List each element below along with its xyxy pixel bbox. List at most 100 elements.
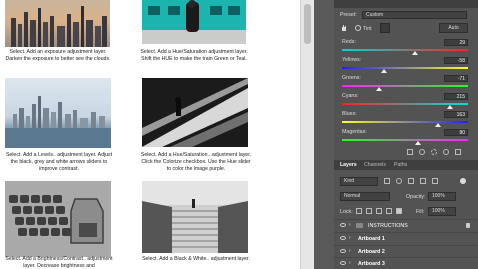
lock-position-icon[interactable]: [376, 208, 382, 214]
preset-value: Custom: [366, 12, 384, 18]
tint-label: Tint: [363, 26, 372, 32]
layer-artboard-1[interactable]: › Artboard 1: [334, 232, 478, 244]
slider-row-magentas: Magentas: 80: [334, 129, 478, 147]
thumb-train[interactable]: [142, 0, 246, 44]
auto-label: Auto: [448, 25, 459, 31]
cyans-label: Cyans:: [342, 93, 359, 99]
properties-footer: [334, 146, 478, 158]
reset-icon[interactable]: [431, 149, 437, 155]
layer-artboard-2[interactable]: › Artboard 2: [334, 245, 478, 257]
reds-slider-track[interactable]: [342, 49, 468, 51]
keyboard-image: [5, 181, 111, 257]
blues-slider-handle[interactable]: [434, 123, 441, 127]
tab-layers[interactable]: Layers: [340, 162, 357, 168]
greens-slider-handle[interactable]: [375, 87, 382, 91]
thumb-city-harbor[interactable]: [5, 78, 111, 148]
filter-shape-icon[interactable]: [420, 178, 426, 184]
eye-icon[interactable]: [340, 223, 346, 227]
delete-icon[interactable]: [455, 149, 461, 155]
stairs-image: [142, 181, 248, 253]
chevron-right-icon[interactable]: ›: [349, 235, 351, 241]
blend-mode-dropdown[interactable]: Normal: [340, 192, 390, 201]
filter-smart-object-icon[interactable]: [432, 178, 438, 184]
fill-value: 100%: [432, 208, 445, 214]
yellows-slider-handle[interactable]: [380, 69, 387, 73]
filter-adjustment-icon[interactable]: [396, 178, 402, 184]
escalator-image: [142, 78, 248, 147]
caption-colorize: Select. Add a Hue/Saturation.. adjustmen…: [140, 152, 252, 172]
right-panels: Preset: Custom Tint Auto Reds: 29 Yellows:…: [334, 0, 478, 269]
filter-type-icon[interactable]: [408, 178, 414, 184]
opacity-field[interactable]: 100%: [428, 192, 456, 201]
reds-slider-handle[interactable]: [412, 51, 419, 55]
lock-pixels-icon[interactable]: [366, 208, 372, 214]
tab-paths[interactable]: Paths: [394, 162, 407, 168]
layers-tab-bar: Layers Channels Paths: [334, 160, 478, 170]
opacity-label: Opacity:: [406, 194, 426, 200]
cyans-value-field[interactable]: 215: [444, 93, 468, 100]
blues-value-field[interactable]: 163: [444, 111, 468, 118]
slider-row-greens: Greens: -71: [334, 75, 478, 93]
blend-mode-value: Normal: [344, 193, 361, 199]
hand-target-icon[interactable]: [340, 24, 348, 32]
eye-icon[interactable]: [340, 249, 346, 253]
fill-field[interactable]: 100%: [428, 207, 456, 216]
tint-swatch[interactable]: [380, 23, 390, 33]
kind-filter[interactable]: Kind: [340, 177, 378, 186]
chevron-right-icon[interactable]: ›: [349, 260, 351, 266]
visibility-icon[interactable]: [443, 149, 449, 155]
thumb-keyboard[interactable]: [5, 181, 111, 257]
scrollbar-thumb[interactable]: [304, 4, 311, 44]
fill-label: Fill:: [416, 209, 425, 215]
blues-slider-track[interactable]: [342, 121, 468, 123]
kind-label: Kind: [344, 178, 355, 184]
city-skyline-image: [11, 6, 107, 47]
preset-dropdown[interactable]: Custom: [362, 11, 467, 19]
document-canvas[interactable]: Select. Add an exposure adjustment layer…: [0, 0, 300, 269]
filter-pixel-icon[interactable]: [384, 178, 390, 184]
cyans-slider-handle[interactable]: [447, 105, 454, 109]
magentas-slider-track[interactable]: [342, 139, 468, 141]
yellows-slider-track[interactable]: [342, 67, 468, 69]
chevron-right-icon[interactable]: ›: [349, 222, 351, 228]
tab-channels[interactable]: Channels: [364, 162, 386, 168]
layer-artboard-3[interactable]: › Artboard 3: [334, 257, 478, 269]
layer-instructions[interactable]: › INSTRUCTIONS: [334, 219, 478, 231]
lock-artboard-icon[interactable]: [386, 208, 392, 214]
greens-label: Greens:: [342, 75, 361, 81]
filter-toggle[interactable]: [460, 178, 466, 184]
yellows-value-field[interactable]: -58: [444, 57, 468, 64]
eye-icon[interactable]: [340, 236, 346, 240]
canvas-scrollbar[interactable]: [300, 0, 314, 269]
thumb-stairs[interactable]: [142, 181, 248, 253]
train-image: [142, 0, 246, 44]
caption-brightness: Select. Add a Brightness/Contrast.. adju…: [5, 256, 113, 269]
lock-all-icon[interactable]: [396, 208, 402, 214]
caption-hue-sat-train: Select. Add a Hue/Saturation adjustment …: [140, 49, 248, 62]
slider-row-cyans: Cyans: 215: [334, 93, 478, 111]
panel-gutter: [314, 0, 334, 269]
magentas-slider-handle[interactable]: [414, 141, 421, 145]
auto-button[interactable]: Auto: [439, 23, 468, 33]
caption-exposure: Select. Add an exposure adjustment layer…: [5, 49, 111, 62]
view-previous-icon[interactable]: [419, 149, 425, 155]
greens-value-field[interactable]: -71: [444, 75, 468, 82]
chevron-right-icon[interactable]: ›: [349, 248, 351, 254]
reds-label: Reds:: [342, 39, 356, 45]
lock-icon: [466, 223, 470, 228]
tint-checkbox[interactable]: [355, 25, 361, 31]
caption-levels: Select. Add a Levels.. adjustment layer.…: [5, 152, 113, 172]
yellows-label: Yellows:: [342, 57, 362, 63]
reds-value-field[interactable]: 29: [444, 39, 468, 46]
photoshop-window: Select. Add an exposure adjustment layer…: [0, 0, 478, 269]
lock-transparent-icon[interactable]: [356, 208, 362, 214]
opacity-value: 100%: [432, 193, 445, 199]
magentas-value-field[interactable]: 80: [444, 129, 468, 136]
greens-slider-track[interactable]: [342, 85, 468, 87]
magentas-label: Magentas:: [342, 129, 367, 135]
thumb-city-sunset[interactable]: [5, 0, 110, 47]
thumb-escalator[interactable]: [142, 78, 248, 147]
clip-to-layer-icon[interactable]: [407, 149, 413, 155]
harbor-image: [5, 96, 111, 148]
eye-icon[interactable]: [340, 261, 346, 265]
